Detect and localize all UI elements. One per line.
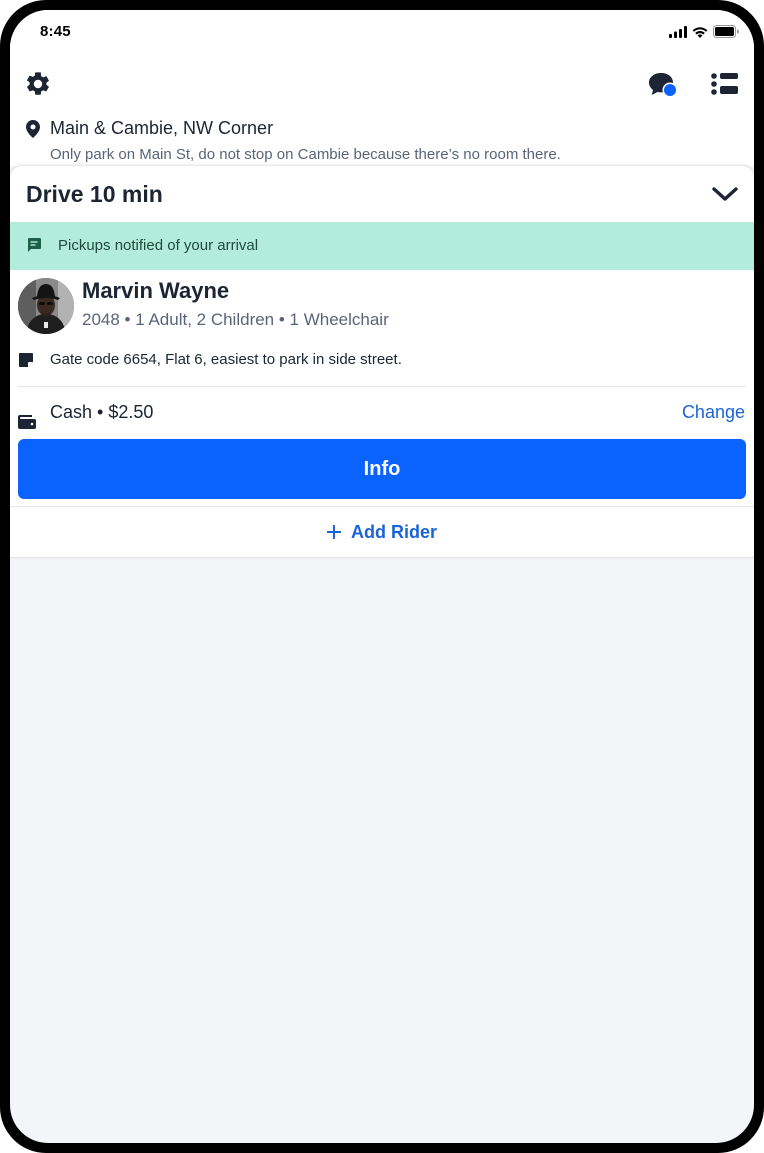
avatar: [18, 278, 74, 334]
chat-icon[interactable]: [646, 70, 680, 102]
wallet-icon: [18, 415, 36, 429]
battery-icon: [713, 25, 739, 38]
status-bar: 8:45: [10, 10, 754, 54]
message-icon: [28, 238, 41, 252]
location-note: Only park on Main St, do not stop on Cam…: [50, 146, 561, 163]
arrival-banner-text: Pickups notified of your arrival: [58, 237, 259, 254]
device-frame: 8:45 Main & Cambie, NW Corner Only park …: [0, 0, 764, 1153]
rider-note: Gate code 6654, Flat 6, easiest to park …: [50, 351, 402, 368]
drive-time-title: Drive 10 min: [26, 181, 163, 207]
status-icons: [669, 25, 740, 38]
gear-icon[interactable]: [24, 70, 52, 98]
status-time: 8:45: [40, 23, 71, 40]
notification-dot: [664, 84, 676, 96]
payment-summary: Cash • $2.50: [50, 402, 154, 422]
location-title: Main & Cambie, NW Corner: [50, 118, 274, 138]
arrival-banner: Pickups notified of your arrival: [10, 222, 754, 270]
add-rider-label: Add Rider: [350, 521, 437, 542]
add-rider-button[interactable]: Add Rider: [10, 507, 754, 557]
list-icon[interactable]: [710, 72, 740, 96]
header: Main & Cambie, NW Corner Only park on Ma…: [10, 54, 754, 166]
change-payment-link[interactable]: Change: [682, 402, 745, 423]
signal-icon: [669, 25, 687, 38]
screen: 8:45 Main & Cambie, NW Corner Only park …: [10, 10, 754, 1143]
wifi-icon: [692, 26, 708, 38]
avatar-image: [18, 278, 74, 334]
info-button[interactable]: Info: [18, 439, 746, 499]
divider: [18, 386, 746, 387]
location-pin-icon: [26, 120, 40, 138]
plus-icon: [326, 525, 341, 539]
trip-card: Drive 10 min Pickups notified of your ar…: [10, 166, 754, 558]
sticky-note-icon: [19, 353, 33, 367]
chevron-down-icon[interactable]: [710, 182, 740, 206]
rider-name: Marvin Wayne: [82, 278, 230, 303]
rider-details: 2048 • 1 Adult, 2 Children • 1 Wheelchai…: [82, 310, 389, 329]
